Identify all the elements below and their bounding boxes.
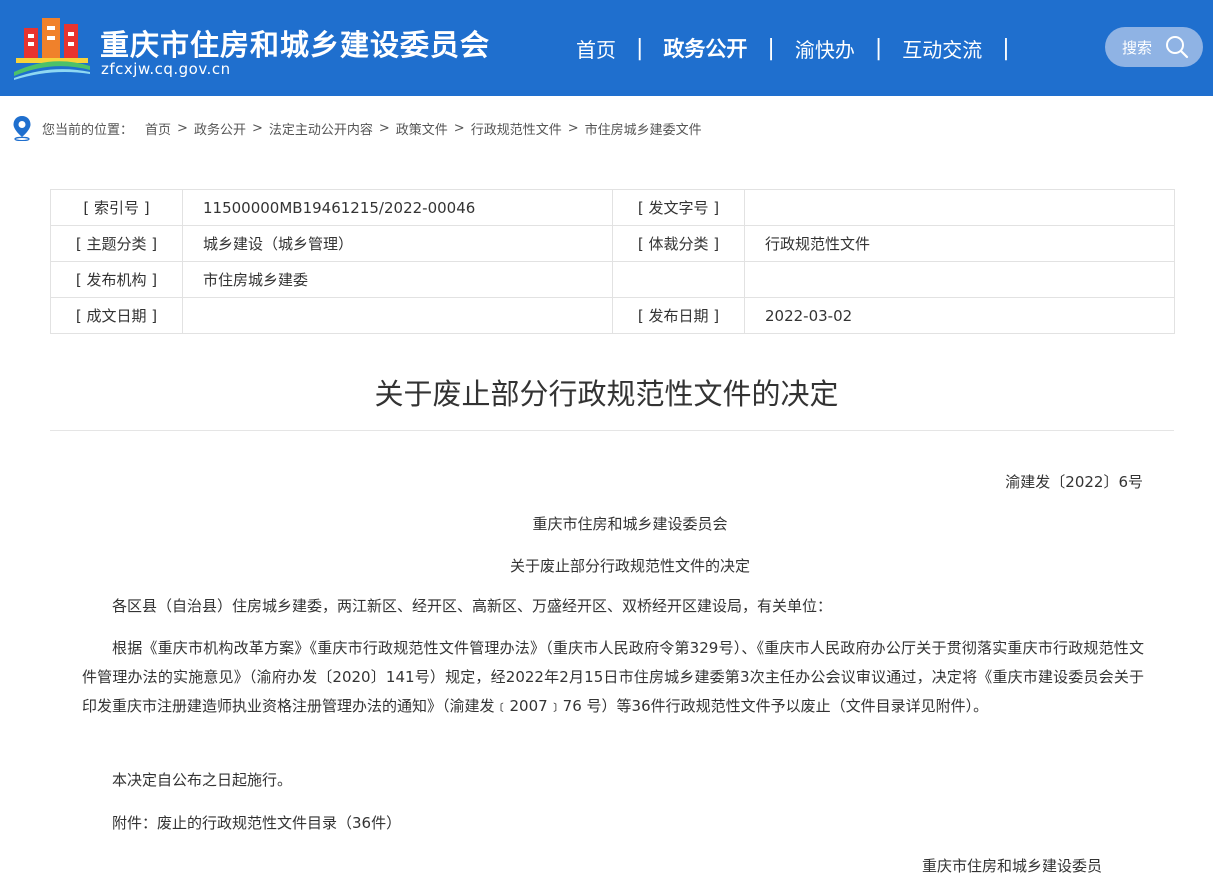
nav-separator: |: [874, 35, 883, 61]
breadcrumb-prefix: 您当前的位置：: [42, 122, 134, 138]
document-meta-table: [ 索引号 ] 11500000MB19461215/2022-00046 [ …: [50, 189, 1175, 334]
breadcrumb-separator: >: [251, 120, 263, 136]
meta-label-issuer: [ 发布机构 ]: [50, 261, 183, 298]
nav-separator: |: [1002, 35, 1010, 61]
breadcrumb-item-government-affairs[interactable]: 政务公开: [194, 119, 246, 138]
search-label: 搜索: [1122, 38, 1153, 57]
breadcrumb-separator: >: [453, 120, 465, 136]
breadcrumb-separator: >: [177, 120, 188, 136]
location-pin-icon: [13, 116, 31, 141]
document-number: 渝建发〔2022〕6号: [1005, 473, 1143, 491]
breadcrumb-item-commission-documents[interactable]: 市住房城乡建委文件: [585, 119, 702, 138]
table-row: [ 主题分类 ] 城乡建设（城乡管理） [ 体裁分类 ] 行政规范性文件: [50, 225, 1175, 262]
breadcrumb-separator: >: [378, 120, 390, 136]
document-subtitle: 关于废止部分行政规范性文件的决定: [509, 557, 750, 575]
meta-value-topic: 城乡建设（城乡管理）: [182, 225, 613, 262]
breadcrumb: 您当前的位置： 首页 > 政务公开 > 法定主动公开内容 > 政策文件 > 行政…: [12, 115, 702, 141]
nav-yukuaiban[interactable]: 渝快办: [779, 34, 871, 63]
search-icon: [1166, 36, 1189, 59]
main-nav: 首页 | 政务公开 | 渝快办 | 互动交流 |: [560, 0, 1014, 96]
breadcrumb-item-normative-documents[interactable]: 行政规范性文件: [471, 119, 562, 138]
nav-interaction[interactable]: 互动交流: [886, 34, 998, 63]
document-issuing-org: 重庆市住房和城乡建设委员会: [532, 515, 728, 533]
meta-label-index: [ 索引号 ]: [50, 189, 183, 226]
site-logo-icon[interactable]: [12, 14, 92, 80]
nav-home[interactable]: 首页: [560, 34, 632, 63]
meta-label-docnum: [ 发文字号 ]: [612, 189, 745, 226]
meta-label-created: [ 成文日期 ]: [50, 297, 183, 334]
site-domain: zfcxjw.cq.gov.cn: [101, 60, 231, 78]
breadcrumb-item-statutory-disclosure[interactable]: 法定主动公开内容: [269, 119, 373, 138]
nav-government-affairs[interactable]: 政务公开: [647, 33, 763, 63]
table-row: [ 发布机构 ] 市住房城乡建委: [50, 261, 1175, 298]
breadcrumb-item-home[interactable]: 首页: [145, 119, 171, 138]
document-signature: 重庆市住房和城乡建设委员: [922, 857, 1103, 875]
document-body-paragraph: 根据《重庆市机构改革方案》《重庆市行政规范性文件管理办法》（重庆市人民政府令第3…: [82, 639, 1144, 715]
title-divider: [50, 430, 1174, 431]
meta-value-index: 11500000MB19461215/2022-00046: [182, 189, 613, 226]
table-row: [ 成文日期 ] [ 发布日期 ] 2022-03-02: [50, 297, 1175, 334]
meta-value-genre: 行政规范性文件: [744, 225, 1175, 262]
meta-value-issuer: 市住房城乡建委: [182, 261, 613, 298]
meta-label-topic: [ 主题分类 ]: [50, 225, 183, 262]
document-attachment-link[interactable]: 附件：废止的行政规范性文件目录（36件）: [82, 809, 1144, 838]
meta-empty-cell: [744, 261, 1175, 298]
meta-value-created: [182, 297, 613, 334]
meta-label-genre: [ 体裁分类 ]: [612, 225, 745, 262]
meta-value-docnum: [744, 189, 1175, 226]
site-title[interactable]: 重庆市住房和城乡建设委员会: [100, 22, 490, 64]
breadcrumb-item-policy-documents[interactable]: 政策文件: [396, 119, 448, 138]
breadcrumb-separator: >: [567, 120, 579, 136]
nav-separator: |: [636, 35, 644, 61]
meta-label-published: [ 发布日期 ]: [612, 297, 745, 334]
document-greeting: 各区县（自治县）住房城乡建委，两江新区、经开区、高新区、万盛经开区、双桥经开区建…: [112, 597, 833, 615]
site-header: 重庆市住房和城乡建设委员会 zfcxjw.cq.gov.cn 首页 | 政务公开…: [0, 0, 1213, 96]
nav-separator: |: [767, 35, 775, 61]
table-row: [ 索引号 ] 11500000MB19461215/2022-00046 [ …: [50, 189, 1175, 226]
search-button[interactable]: 搜索: [1105, 27, 1203, 67]
meta-empty-cell: [612, 261, 745, 298]
meta-value-published: 2022-03-02: [744, 297, 1175, 334]
document-effective-clause: 本决定自公布之日起施行。: [112, 771, 293, 789]
document-title: 关于废止部分行政规范性文件的决定: [374, 377, 839, 411]
